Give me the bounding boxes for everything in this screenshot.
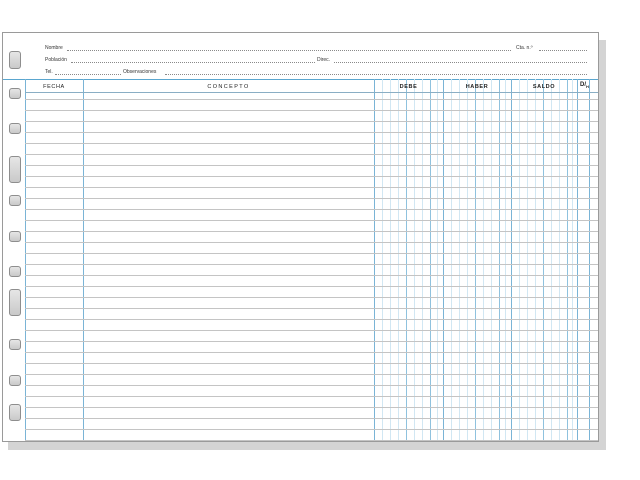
amount-subcolumn [543, 79, 544, 441]
column-header-debe: DEBE [399, 84, 418, 90]
punch-hole [9, 51, 21, 69]
amount-subcolumn [483, 79, 484, 441]
amount-subcolumn [567, 79, 568, 441]
amount-subcolumn [467, 79, 468, 441]
amount-subcolumn [422, 79, 423, 441]
amount-subcolumn [559, 79, 560, 441]
amount-subcolumn [390, 79, 391, 441]
nombre-field[interactable] [67, 50, 511, 51]
ledger-sheet: Nombre Cta. n.º Población Direc. Tel. Ob… [2, 32, 599, 442]
ledger-rule [25, 352, 598, 353]
observaciones-field[interactable] [165, 74, 587, 75]
column-divider [589, 79, 590, 441]
amount-subcolumn [437, 79, 438, 441]
ledger-rule [25, 396, 598, 397]
amount-subcolumn [499, 79, 500, 441]
telefono-label: Tel. [45, 69, 53, 75]
amount-subcolumn [551, 79, 552, 441]
ledger-rule [25, 341, 598, 342]
ledger-rule [25, 264, 598, 265]
ledger-rule [25, 220, 598, 221]
ledger-rule [25, 187, 598, 188]
ledger-rule [25, 374, 598, 375]
poblacion-field[interactable] [71, 62, 315, 63]
ledger-rule [25, 209, 598, 210]
observaciones-label: Observaciones [123, 69, 157, 75]
amount-subcolumn [430, 79, 431, 441]
ledger-rule [25, 418, 598, 419]
ledger-rule [25, 99, 598, 100]
column-divider [577, 79, 578, 441]
ledger-rule [25, 92, 598, 93]
amount-subcolumn [382, 79, 383, 441]
punch-hole [9, 404, 21, 421]
poblacion-label: Población [45, 57, 67, 63]
column-header-saldo: SALDO [532, 84, 556, 90]
ledger-rule [25, 275, 598, 276]
amount-subcolumn [519, 79, 520, 441]
column-divider [374, 79, 375, 441]
ledger-rule [25, 429, 598, 430]
amount-subcolumn [535, 79, 536, 441]
ledger-rule [25, 308, 598, 309]
amount-subcolumn [527, 79, 528, 441]
ledger-rule [25, 143, 598, 144]
amount-subcolumn [406, 79, 407, 441]
amount-subcolumn [505, 79, 506, 441]
ledger-rule [25, 286, 598, 287]
amount-subcolumn [451, 79, 452, 441]
ledger-rule [25, 176, 598, 177]
column-divider [25, 79, 26, 441]
ledger-rule [25, 231, 598, 232]
amount-subcolumn [572, 79, 573, 441]
cuenta-number-field[interactable] [539, 50, 587, 51]
ledger-rule [25, 132, 598, 133]
punch-hole [9, 289, 21, 316]
amount-subcolumn [475, 79, 476, 441]
ledger-rule [25, 165, 598, 166]
column-divider [443, 79, 444, 441]
ledger-rule [25, 198, 598, 199]
column-divider [83, 79, 84, 441]
punch-hole [9, 195, 21, 206]
column-header-haber: HABER [465, 84, 489, 90]
column-header-fecha: FECHA [43, 84, 65, 90]
ledger-rule [25, 319, 598, 320]
ledger-rule [25, 385, 598, 386]
column-header-concepto: CONCEPTO [207, 84, 250, 90]
punch-hole [9, 123, 21, 134]
ledger-rule [25, 121, 598, 122]
ledger-rule [25, 110, 598, 111]
punch-hole [9, 266, 21, 277]
punch-hole [9, 231, 21, 242]
telefono-field[interactable] [55, 74, 121, 75]
amount-subcolumn [398, 79, 399, 441]
ledger-rule [25, 330, 598, 331]
amount-subcolumn [491, 79, 492, 441]
table-top-border [3, 79, 598, 80]
direccion-label: Direc. [317, 57, 331, 63]
punch-hole [9, 156, 21, 183]
ledger-rule [25, 154, 598, 155]
punch-hole [9, 88, 21, 99]
ledger-rule [25, 440, 598, 441]
ledger-rule [25, 297, 598, 298]
ledger-rule [25, 242, 598, 243]
ledger-rule [25, 407, 598, 408]
direccion-field[interactable] [334, 62, 587, 63]
punch-hole [9, 375, 21, 386]
ledger-rule [25, 363, 598, 364]
cuenta-number-label: Cta. n.º [516, 45, 533, 51]
ledger-rule [25, 253, 598, 254]
punch-hole [9, 339, 21, 350]
nombre-label: Nombre [45, 45, 63, 51]
column-divider [511, 79, 512, 441]
amount-subcolumn [459, 79, 460, 441]
amount-subcolumn [414, 79, 415, 441]
debit-credit-mark: D/H [580, 82, 589, 90]
